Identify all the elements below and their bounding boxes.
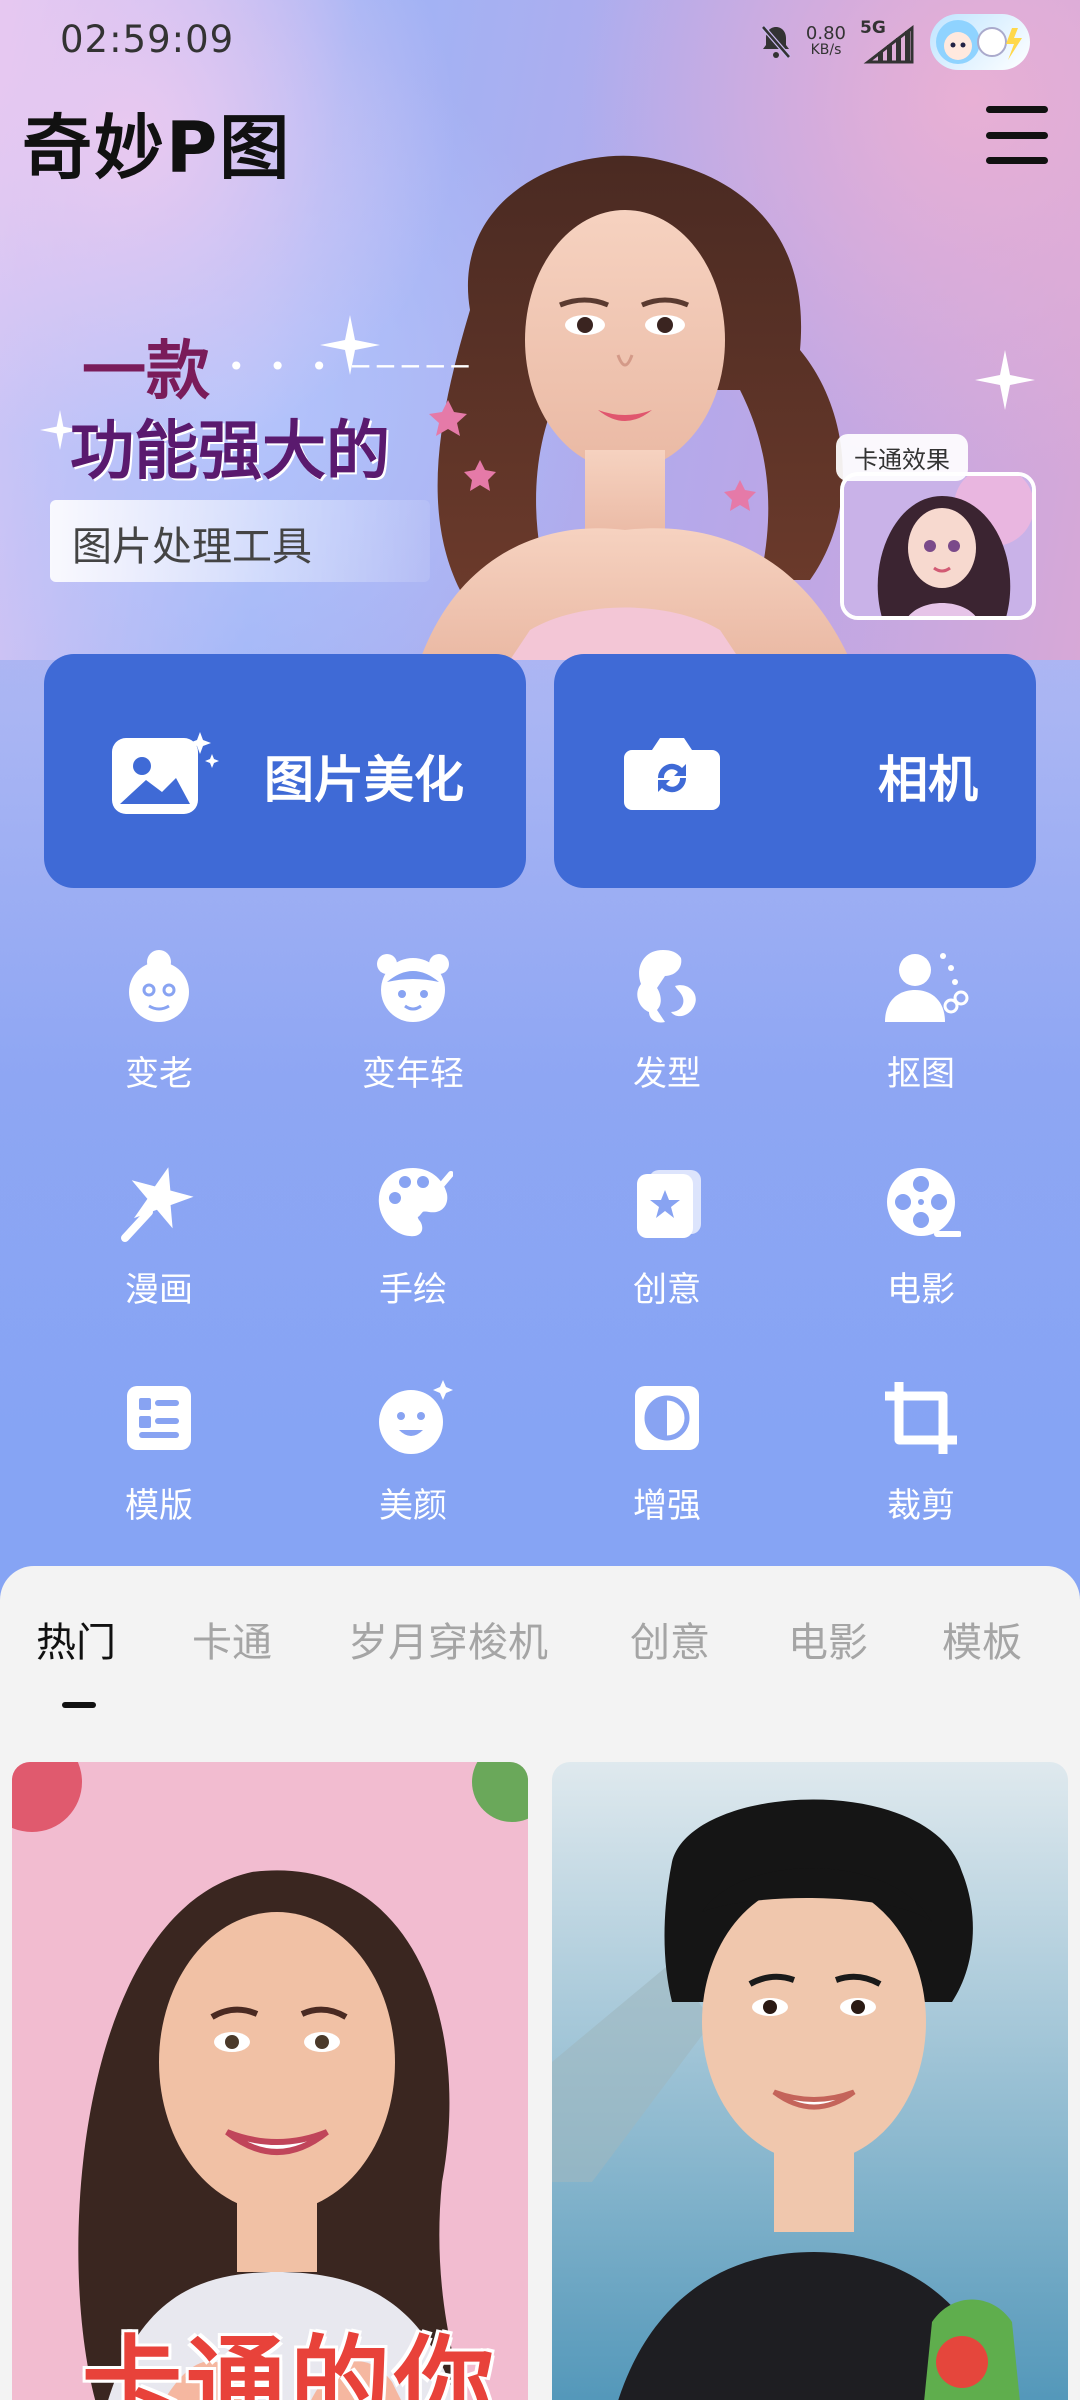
young-man-image <box>552 1762 1068 2400</box>
tab-cartoon[interactable]: 卡通 <box>192 1610 272 1668</box>
beauty-face-icon <box>373 1378 453 1458</box>
enhance-contrast-icon <box>627 1378 707 1458</box>
sparkle-star-icon <box>975 350 1035 410</box>
tool-young-label: 变年轻 <box>362 1054 464 1094</box>
tool-handdraw-label: 手绘 <box>379 1270 447 1310</box>
tool-movie-label: 电影 <box>887 1270 955 1310</box>
palette-icon <box>373 1162 454 1242</box>
tool-enhance-button[interactable]: 增强 <box>572 1362 762 1562</box>
tool-old-label: 变老 <box>125 1054 193 1094</box>
camera-label: 相机 <box>878 751 978 809</box>
tool-enhance-label: 增强 <box>633 1486 701 1526</box>
camera-button[interactable]: 相机 <box>554 654 1036 888</box>
active-tab-indicator <box>62 1702 96 1708</box>
tool-cutout-label: 抠图 <box>887 1054 955 1094</box>
status-icons: 0.80 KB/s 5G <box>760 14 1030 70</box>
tool-handdraw-button[interactable]: 手绘 <box>318 1146 508 1346</box>
net-speed-value: 0.80 <box>805 23 846 44</box>
status-bar: 02:59:09 0.80 KB/s 5G <box>0 0 1080 80</box>
tab-movie[interactable]: 电影 <box>788 1610 868 1668</box>
tool-template-label: 模版 <box>125 1486 193 1526</box>
tool-grid: 变老 变年轻 发型 抠图 漫画 手绘 创意 电影 模版 美颜 增强 裁剪 <box>0 930 1080 1530</box>
tool-old-button[interactable]: 变老 <box>64 930 254 1130</box>
crop-icon <box>881 1378 961 1458</box>
tool-creative-label: 创意 <box>633 1270 701 1310</box>
cartoon-effect-label: 卡通效果 <box>836 434 968 481</box>
tab-hot[interactable]: 热门 <box>36 1610 116 1668</box>
tool-young-button[interactable]: 变年轻 <box>318 930 508 1130</box>
tool-movie-button[interactable]: 电影 <box>826 1146 1016 1346</box>
feed-card[interactable] <box>552 1762 1068 2400</box>
signal-5g-icon: 5G <box>860 18 916 64</box>
camera-icon <box>624 732 720 812</box>
old-face-icon <box>119 946 199 1026</box>
tab-creative[interactable]: 创意 <box>630 1610 710 1668</box>
hairstyle-icon <box>627 946 707 1026</box>
feed-panel: 热门 卡通 岁月穿梭机 创意 电影 模板 卡通的你 <box>0 1566 1080 2400</box>
hero-tagline-line1: 一款 <box>82 334 210 409</box>
net-speed: 0.80 KB/s <box>805 23 846 59</box>
status-time: 02:59:09 <box>60 18 235 61</box>
tool-crop-button[interactable]: 裁剪 <box>826 1362 1016 1562</box>
cartoon-effect-card[interactable]: 卡通效果 <box>836 434 1036 620</box>
cartoon-effect-thumbnail <box>840 472 1036 620</box>
hero-portrait <box>380 150 900 660</box>
young-face-icon <box>373 946 453 1026</box>
tool-hairstyle-label: 发型 <box>633 1054 701 1094</box>
creative-star-icon <box>627 1162 707 1242</box>
tool-template-button[interactable]: 模版 <box>64 1362 254 1562</box>
image-beautify-icon <box>110 732 219 814</box>
feed-tabs: 热门 卡通 岁月穿梭机 创意 电影 模板 <box>0 1610 1080 1670</box>
sparkle-star-icon <box>320 315 380 375</box>
net-speed-unit: KB/s <box>810 42 842 58</box>
tool-comic-button[interactable]: 漫画 <box>64 1146 254 1346</box>
hero-tagline-box: 图片处理工具 <box>50 500 430 582</box>
card-caption: 卡通的你 <box>82 2325 498 2400</box>
cutout-icon <box>881 946 969 1026</box>
tool-creative-button[interactable]: 创意 <box>572 1146 762 1346</box>
hero-tagline-line3: 图片处理工具 <box>72 524 312 570</box>
feed-card[interactable]: 卡通的你 <box>12 1762 528 2400</box>
tab-time-machine[interactable]: 岁月穿梭机 <box>348 1610 548 1668</box>
tool-beauty-button[interactable]: 美颜 <box>318 1362 508 1562</box>
mascot-sticker-icon <box>930 14 1030 70</box>
tool-hairstyle-button[interactable]: 发型 <box>572 930 762 1130</box>
hamburger-menu-icon[interactable] <box>986 104 1048 166</box>
image-beautify-button[interactable]: 图片美化 <box>44 654 526 888</box>
tool-crop-label: 裁剪 <box>887 1486 955 1526</box>
comic-wand-icon <box>119 1162 199 1242</box>
app-title: 奇妙P图 <box>22 107 292 189</box>
bell-muted-icon <box>760 24 792 60</box>
hero-tagline-line2: 功能强大的 <box>70 414 390 489</box>
film-reel-icon <box>881 1162 962 1242</box>
image-beautify-label: 图片美化 <box>264 751 464 809</box>
tool-beauty-label: 美颜 <box>379 1486 447 1526</box>
tool-cutout-button[interactable]: 抠图 <box>826 930 1016 1130</box>
tool-comic-label: 漫画 <box>125 1270 193 1310</box>
template-icon <box>119 1378 199 1458</box>
tab-template[interactable]: 模板 <box>942 1610 1022 1668</box>
